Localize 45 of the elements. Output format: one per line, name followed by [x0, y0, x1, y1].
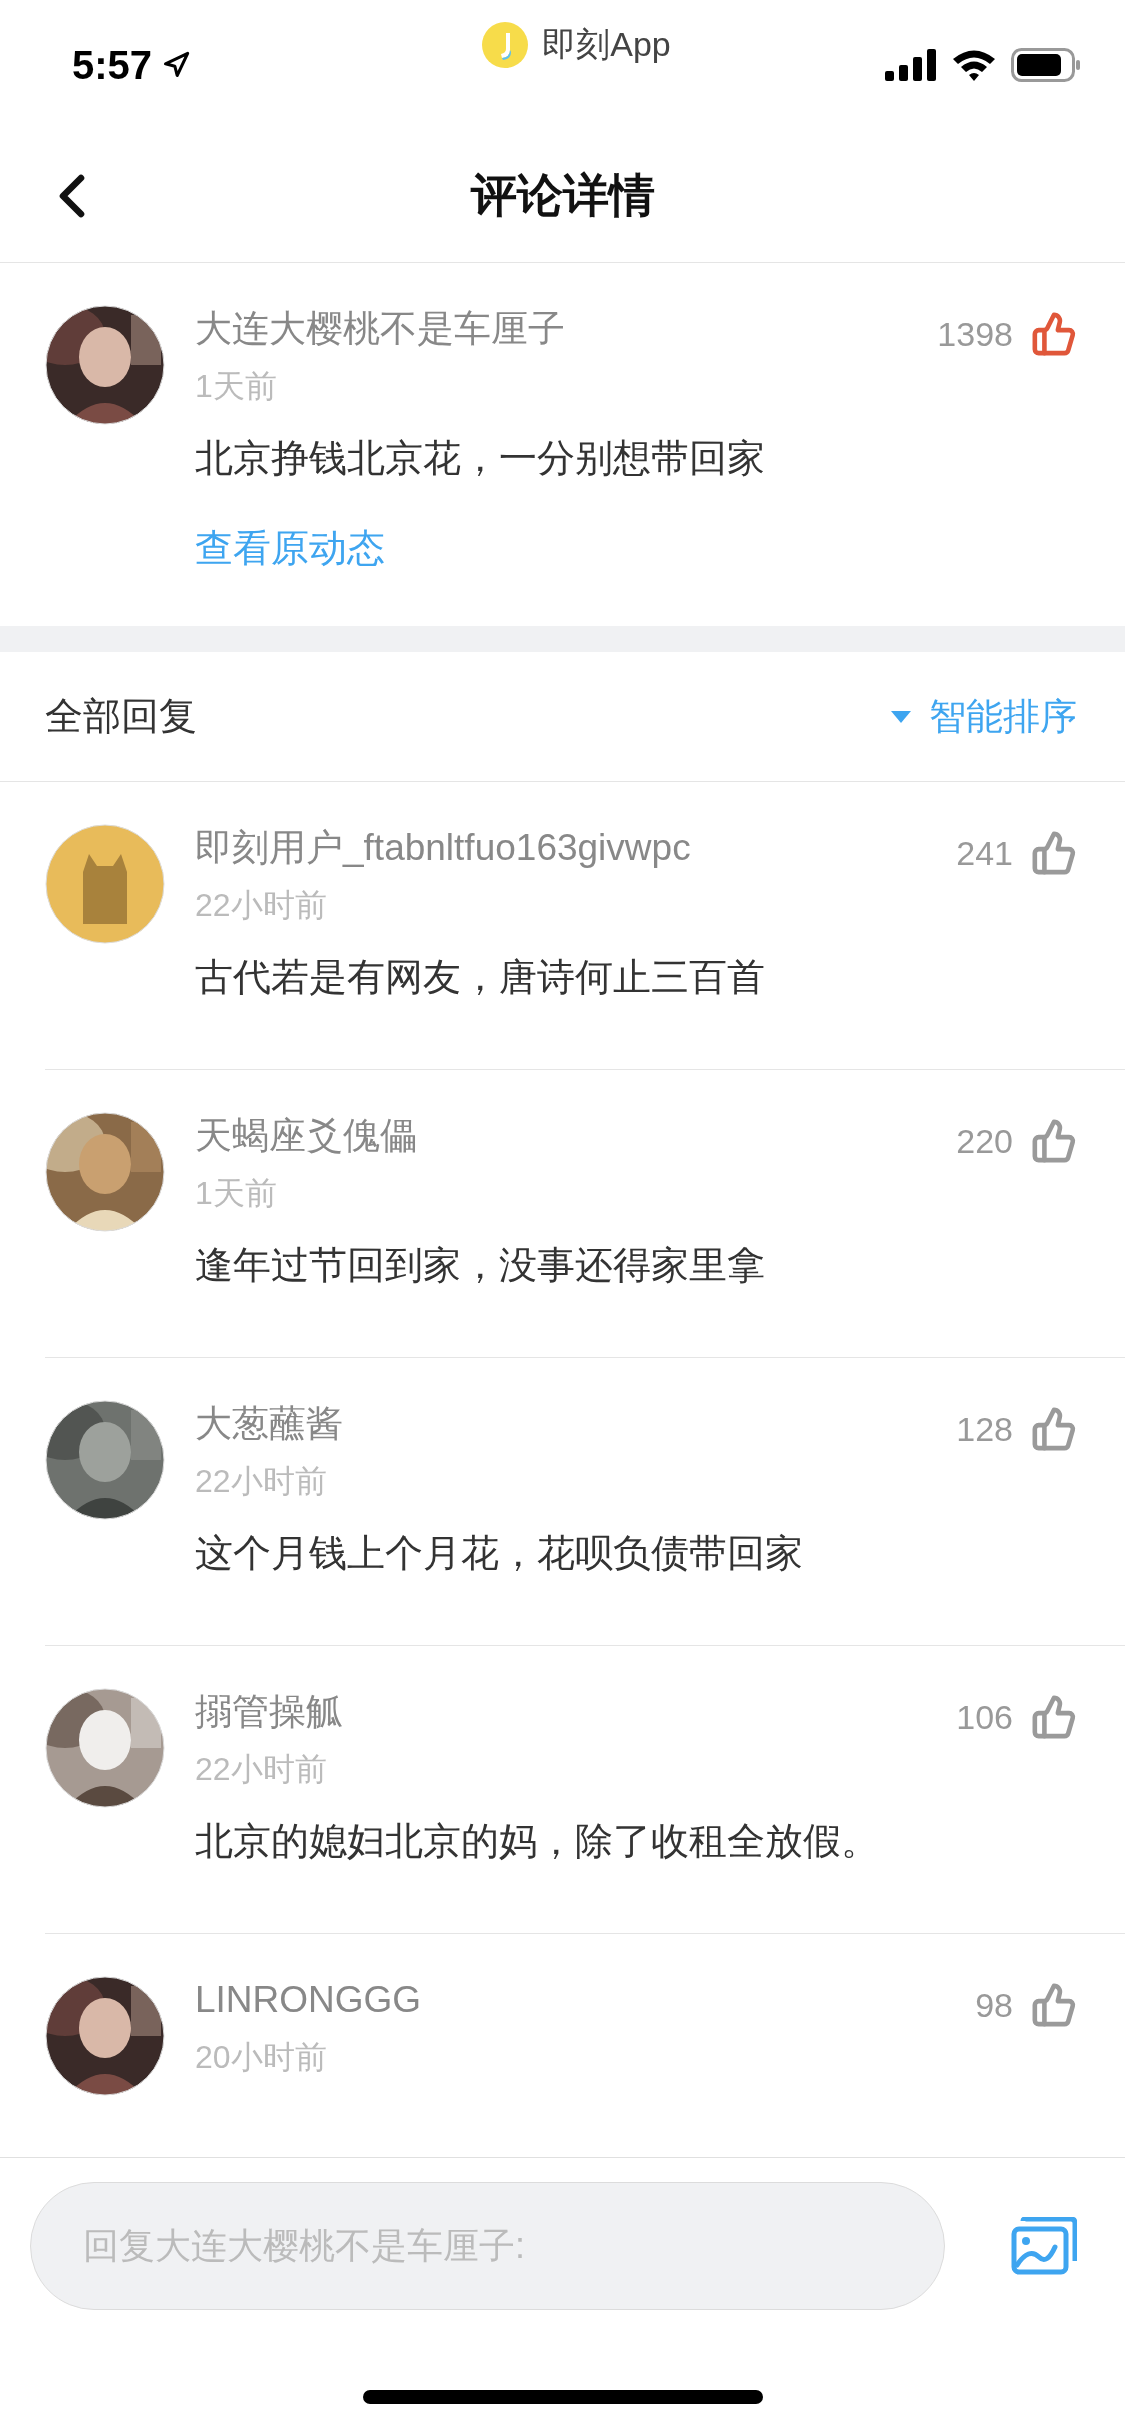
comment-author[interactable]: 大连大樱桃不是车厘子	[195, 305, 565, 353]
image-button[interactable]	[1011, 2217, 1077, 2275]
reply-author[interactable]: LINRONGGG	[195, 1976, 422, 2024]
like-button[interactable]: 220	[956, 1118, 1077, 1164]
image-icon	[1011, 2217, 1077, 2275]
location-icon	[162, 51, 191, 79]
avatar-cat-icon	[45, 824, 165, 944]
thumbs-up-icon	[1031, 1694, 1077, 1740]
page-title: 评论详情	[470, 168, 655, 223]
reply-text: 北京的媳妇北京的妈，除了收租全放假。	[195, 1819, 880, 1864]
reply-author[interactable]: 搦管操觚	[195, 1688, 343, 1736]
like-button[interactable]: 128	[956, 1406, 1077, 1452]
back-to-app-label[interactable]: 即刻App	[542, 22, 671, 68]
like-button[interactable]: 106	[956, 1694, 1077, 1740]
status-time: 5:57	[72, 42, 153, 88]
sort-button[interactable]: 智能排序	[891, 691, 1077, 742]
comment-time: 1天前	[195, 367, 277, 406]
reply-author[interactable]: 天蝎座爻傀儡	[195, 1112, 417, 1160]
reply-time: 22小时前	[195, 1750, 327, 1789]
view-original-link[interactable]: 查看原动态	[195, 523, 385, 574]
reply-text: 这个月钱上个月花，花呗负债带回家	[195, 1531, 804, 1576]
like-button[interactable]: 241	[956, 830, 1077, 876]
reply-time: 22小时前	[195, 886, 327, 925]
reply-author[interactable]: 即刻用户_ftabnltfuo163givwpc	[195, 824, 691, 872]
reply-input-field[interactable]: 回复大连大樱桃不是车厘子:	[30, 2182, 945, 2310]
reply-time: 1天前	[195, 1174, 277, 1213]
reply-text: 逢年过节回到家，没事还得家里拿	[195, 1243, 766, 1288]
like-button[interactable]: 98	[975, 1982, 1077, 2028]
thumbs-up-icon	[1031, 311, 1077, 357]
like-button[interactable]: 1398	[937, 311, 1077, 357]
reply-author[interactable]: 大葱蘸酱	[195, 1400, 343, 1448]
thumbs-up-icon	[1031, 1118, 1077, 1164]
section-title: 全部回复	[45, 694, 197, 739]
wifi-icon	[951, 48, 997, 82]
signal-icon	[885, 49, 937, 81]
caret-icon	[891, 710, 911, 723]
thumbs-up-icon	[1031, 1982, 1077, 2028]
reply-text: 古代若是有网友，唐诗何止三百首	[195, 955, 766, 1000]
comment-text: 北京挣钱北京花，一分别想带回家	[195, 436, 766, 481]
reply-time: 20小时前	[195, 2038, 327, 2077]
reply-time: 22小时前	[195, 1462, 327, 1501]
battery-icon	[1011, 48, 1081, 82]
thumbs-up-icon	[1031, 830, 1077, 876]
thumbs-up-icon	[1031, 1406, 1077, 1452]
app-logo-icon	[482, 22, 529, 68]
